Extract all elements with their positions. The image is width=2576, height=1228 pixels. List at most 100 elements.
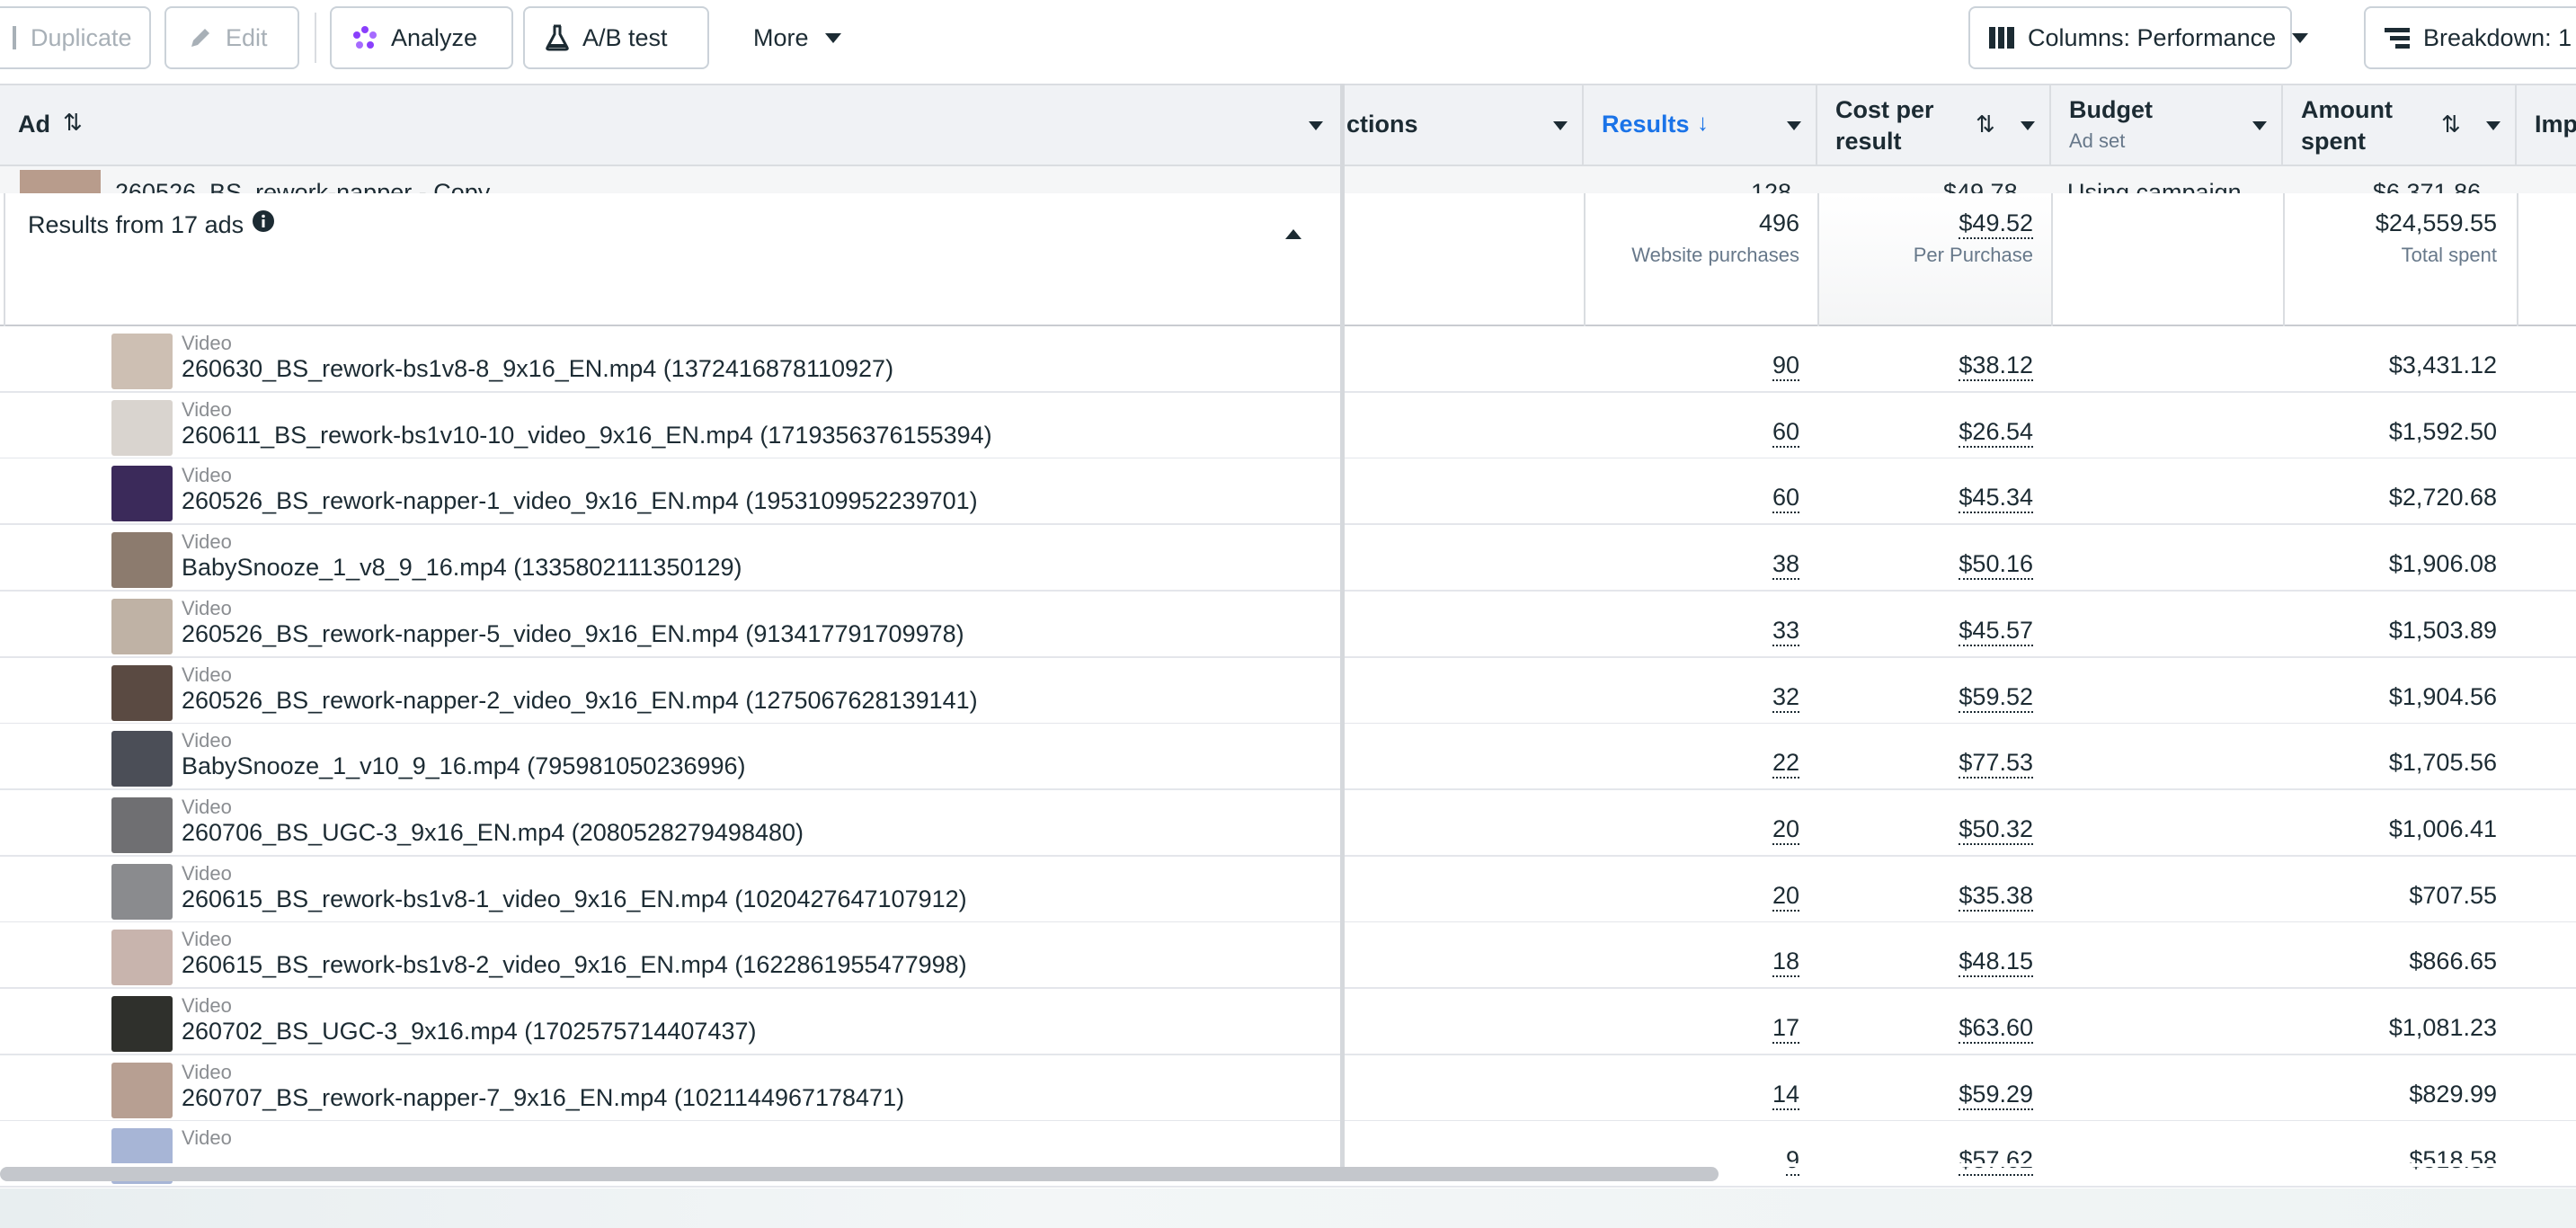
results-value[interactable]: 32 xyxy=(1772,683,1799,713)
results-value[interactable]: 20 xyxy=(1772,882,1799,912)
gridline xyxy=(1817,193,1819,326)
table-row[interactable]: Video 260615_BS_rework-bs1v8-1_video_9x16… xyxy=(0,856,2576,923)
ad-name[interactable]: BabySnooze_1_v8_9_16.mp4 (13358021113501… xyxy=(182,554,742,582)
results-value[interactable]: 33 xyxy=(1772,617,1799,646)
cost-per-result-value[interactable]: $38.12 xyxy=(1959,351,2033,381)
chevron-down-icon[interactable] xyxy=(1787,121,1801,130)
results-value[interactable]: 18 xyxy=(1772,948,1799,978)
edit-button[interactable]: Edit xyxy=(164,6,299,69)
ad-name[interactable]: BabySnooze_1_v10_9_16.mp4 (7959810502369… xyxy=(182,752,746,780)
chevron-down-icon[interactable] xyxy=(2252,121,2267,130)
ad-name[interactable]: 260630_BS_rework-bs1v8-8_9x16_EN.mp4 (13… xyxy=(182,355,893,383)
summary-cost[interactable]: $49.52 xyxy=(1959,209,2033,239)
column-header-budget[interactable]: Budget Ad set xyxy=(2051,85,2283,166)
scrolled-row-peek: 260526_BS_rework-napper - Copy 128 $49.7… xyxy=(0,166,2576,195)
cost-per-result-value[interactable]: $48.15 xyxy=(1959,948,2033,978)
table-row[interactable]: Video BabySnooze_1_v8_9_16.mp4 (133580211… xyxy=(0,525,2576,592)
table-row[interactable]: Video 260526_BS_rework-napper-2_video_9x1… xyxy=(0,657,2576,725)
table-row[interactable]: Video BabySnooze_1_v10_9_16.mp4 (79598105… xyxy=(0,724,2576,791)
results-value[interactable]: 9 xyxy=(1785,1146,1799,1177)
cost-per-result-value[interactable]: $59.29 xyxy=(1959,1081,2033,1110)
summary-cost-sublabel: Per Purchase xyxy=(1913,244,2033,266)
ad-name[interactable]: 260615_BS_rework-bs1v8-2_video_9x16_EN.m… xyxy=(182,951,967,979)
ad-name[interactable]: 260526_BS_rework-napper-2_video_9x16_EN.… xyxy=(182,687,978,715)
column-header-cost-per-result[interactable]: Cost per result ⇅ xyxy=(1817,85,2051,166)
ad-name[interactable]: 260526_BS_rework-napper-5_video_9x16_EN.… xyxy=(182,620,964,648)
column-header-amount-spent[interactable]: Amount spent ⇅ xyxy=(2283,85,2517,166)
table-row[interactable]: Video 260611_BS_rework-bs1v10-10_video_9x… xyxy=(0,392,2576,459)
sort-icon[interactable]: ⇅ xyxy=(2441,111,2461,138)
results-value[interactable]: 14 xyxy=(1772,1081,1799,1110)
results-value[interactable]: 60 xyxy=(1772,418,1799,448)
horizontal-scrollbar[interactable] xyxy=(0,1167,1719,1181)
ad-name[interactable]: 260615_BS_rework-bs1v8-1_video_9x16_EN.m… xyxy=(182,885,967,913)
table-row[interactable]: Video 260707_BS_rework-napper-7_9x16_EN.m… xyxy=(0,1054,2576,1122)
ad-name[interactable]: 260706_BS_UGC-3_9x16_EN.mp4 (20805282794… xyxy=(182,819,804,847)
amount-spent-value: $1,006.41 xyxy=(2388,814,2497,842)
results-value[interactable]: 38 xyxy=(1772,550,1799,581)
results-value[interactable]: 60 xyxy=(1772,484,1799,514)
amount-spent-value: $518.58 xyxy=(2409,1146,2497,1174)
ad-thumbnail xyxy=(111,863,173,920)
column-header-results[interactable]: Results ↓ xyxy=(1584,85,1817,166)
sort-descending-icon[interactable]: ↓ xyxy=(1697,109,1709,137)
ab-test-button[interactable]: A/B test xyxy=(523,6,709,69)
results-value[interactable]: 90 xyxy=(1772,351,1799,381)
column-header-label: Results xyxy=(1602,111,1690,138)
cost-per-result-value[interactable]: $63.60 xyxy=(1959,1014,2033,1044)
column-header-ad[interactable]: Ad ⇅ xyxy=(0,85,1343,166)
sort-icon[interactable]: ⇅ xyxy=(1976,111,1995,138)
breakdown-dropdown[interactable]: Breakdown: 1 xyxy=(2364,6,2576,69)
columns-dropdown[interactable]: Columns: Performance xyxy=(1968,6,2309,69)
pencil-icon xyxy=(188,25,213,50)
amount-spent-value: $829.99 xyxy=(2409,1080,2497,1108)
info-icon[interactable] xyxy=(252,209,275,237)
more-button[interactable]: More xyxy=(730,6,865,69)
duplicate-button[interactable]: Duplicate xyxy=(0,6,151,69)
chevron-down-icon[interactable] xyxy=(1309,121,1323,130)
ad-name[interactable]: 260702_BS_UGC-3_9x16.mp4 (17025757144074… xyxy=(182,1018,756,1046)
cost-per-result-value[interactable]: $50.32 xyxy=(1959,815,2033,845)
cost-per-result-value[interactable]: $26.54 xyxy=(1959,418,2033,448)
amount-spent-value: $707.55 xyxy=(2409,881,2497,909)
ad-type: Video xyxy=(182,795,232,818)
amount-spent-value: $1,705.56 xyxy=(2388,749,2497,777)
table-row[interactable]: Video 260706_BS_UGC-3_9x16_EN.mp4 (208052… xyxy=(0,789,2576,857)
chevron-down-icon[interactable] xyxy=(2021,121,2035,130)
cost-per-result-value[interactable]: $35.38 xyxy=(1959,882,2033,912)
table-row[interactable]: Video 260526_BS_rework-napper-1_video_9x1… xyxy=(0,458,2576,526)
collapse-chevron-up-icon[interactable] xyxy=(1285,229,1301,239)
cost-per-result-value[interactable]: $77.53 xyxy=(1959,749,2033,779)
ad-thumbnail xyxy=(20,170,101,194)
ad-name[interactable]: 260526_BS_rework-napper-1_video_9x16_EN.… xyxy=(182,487,978,515)
ad-type: Video xyxy=(182,332,232,354)
summary-spent: $24,559.55 xyxy=(2375,209,2497,236)
summary-label: Results from 17 ads xyxy=(28,211,244,238)
ad-name[interactable]: 260707_BS_rework-napper-7_9x16_EN.mp4 (1… xyxy=(182,1084,904,1112)
cost-per-result-value[interactable]: $57.62 xyxy=(1959,1146,2033,1177)
table-row[interactable]: Video 260526_BS_rework-napper-5_video_9x1… xyxy=(0,591,2576,658)
cost-per-result-value[interactable]: $50.16 xyxy=(1959,550,2033,581)
results-value[interactable]: 20 xyxy=(1772,815,1799,845)
ad-type: Video xyxy=(182,397,232,421)
chevron-down-icon[interactable] xyxy=(1553,121,1568,130)
duplicate-icon xyxy=(13,26,18,49)
cost-per-result-value[interactable]: $45.34 xyxy=(1959,484,2033,514)
table-row[interactable]: Video 260615_BS_rework-bs1v8-2_video_9x16… xyxy=(0,922,2576,990)
results-value[interactable]: 22 xyxy=(1772,749,1799,779)
columns-label: Columns: Performance xyxy=(2028,23,2277,51)
results-value[interactable]: 17 xyxy=(1772,1014,1799,1044)
analyze-button[interactable]: Analyze xyxy=(330,6,513,69)
column-header-label: ctions xyxy=(1346,111,1418,138)
cost-per-result-value[interactable]: $59.52 xyxy=(1959,683,2033,713)
table-row[interactable]: Video 260630_BS_rework-bs1v8-8_9x16_EN.mp… xyxy=(0,326,2576,393)
ad-name[interactable]: 260611_BS_rework-bs1v10-10_video_9x16_EN… xyxy=(182,422,992,449)
sort-icon[interactable]: ⇅ xyxy=(63,109,83,137)
column-header-impressions[interactable]: Imp xyxy=(2517,85,2576,166)
table-row[interactable]: Video 260702_BS_UGC-3_9x16.mp4 (170257571… xyxy=(0,989,2576,1055)
chevron-down-icon[interactable] xyxy=(2486,121,2500,130)
toolbar-divider xyxy=(315,13,316,63)
amount-spent-value: $3,431.12 xyxy=(2388,351,2497,378)
cost-per-result-value[interactable]: $45.57 xyxy=(1959,617,2033,646)
column-header-actions[interactable]: ctions xyxy=(1343,85,1584,166)
